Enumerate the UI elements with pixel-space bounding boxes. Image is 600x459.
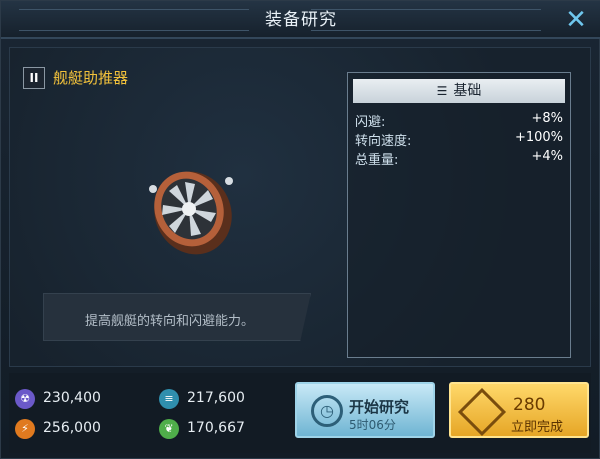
radiation-icon: ☢: [15, 389, 35, 409]
stat-label: 转向速度:: [355, 134, 412, 149]
stat-value: +4%: [531, 149, 563, 164]
stats-header-label: 基础: [453, 83, 482, 99]
resource-value: 217,600: [187, 390, 245, 406]
layers-icon: ≡: [159, 389, 179, 409]
start-research-button[interactable]: ◷ 开始研究 5时06分: [295, 382, 435, 438]
stat-row-total-weight: 总重量: +4%: [355, 149, 563, 169]
research-time: 5时06分: [349, 418, 396, 432]
resource-value: 230,400: [43, 390, 101, 406]
resource-value: 256,000: [43, 420, 101, 436]
gold-icon: [457, 387, 507, 437]
stat-value: +8%: [531, 111, 563, 126]
stat-label: 总重量:: [355, 153, 399, 168]
resource-value: 170,667: [187, 420, 245, 436]
stat-row-turn-speed: 转向速度: +100%: [355, 130, 563, 150]
item-description: 提高舰艇的转向和闪避能力。: [85, 314, 255, 329]
finish-now-label: 立即完成: [511, 420, 564, 435]
stats-header: ☰ 基础: [353, 79, 565, 103]
start-research-label: 开始研究: [349, 398, 410, 416]
window-title: 装备研究: [265, 10, 337, 30]
stat-value: +100%: [514, 130, 563, 145]
stat-label: 闪避:: [355, 115, 386, 130]
stat-row-evasion: 闪避: +8%: [355, 111, 563, 131]
research-window: 装备研究 ✕ II 舰艇助推器 提高舰艇的转向和闪避能力。 ☰ 基础 闪避: +8…: [0, 0, 600, 459]
clock-icon: ◷: [311, 395, 343, 427]
list-icon: ☰: [436, 84, 448, 98]
leaf-icon: ❦: [159, 419, 179, 439]
level-badge: II: [23, 67, 45, 89]
finish-now-button[interactable]: 280 立即完成: [449, 382, 589, 438]
finish-cost: 280: [513, 395, 546, 415]
lightning-icon: ⚡: [15, 419, 35, 439]
thruster-image: [149, 171, 233, 255]
item-name: 舰艇助推器: [53, 69, 129, 87]
close-icon[interactable]: ✕: [561, 6, 591, 34]
title-bar: 装备研究 ✕: [1, 1, 600, 39]
